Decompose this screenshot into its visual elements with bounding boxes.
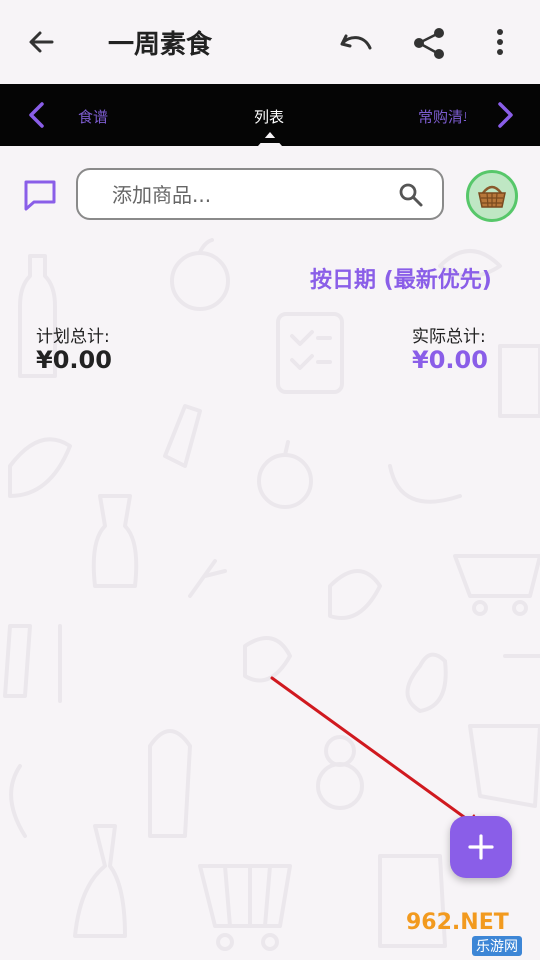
planned-total-label: 计划总计: bbox=[36, 327, 110, 347]
undo-icon[interactable] bbox=[336, 24, 376, 64]
basket-avatar[interactable] bbox=[466, 170, 518, 222]
search-bar[interactable] bbox=[76, 168, 444, 220]
search-icon[interactable] bbox=[398, 182, 424, 208]
plus-icon bbox=[468, 834, 494, 860]
sort-order-label[interactable]: 按日期 (最新优先) bbox=[310, 262, 492, 294]
message-icon[interactable] bbox=[22, 178, 58, 212]
actual-total-value: ¥0.00 bbox=[412, 346, 488, 374]
tab-recipes[interactable]: 食谱 bbox=[78, 106, 108, 127]
chevron-left-icon[interactable] bbox=[22, 100, 52, 130]
page-title: 一周素食 bbox=[108, 30, 213, 60]
watermark-bottom: 乐游网 bbox=[472, 936, 522, 956]
app-bar: 一周素食 bbox=[0, 0, 540, 84]
tab-list[interactable]: 列表 bbox=[254, 106, 284, 127]
more-vertical-icon[interactable] bbox=[482, 24, 522, 64]
watermark: 962.NET 乐游网 bbox=[400, 910, 540, 960]
tab-frequent[interactable]: 常购清单 bbox=[418, 106, 466, 127]
basket-icon bbox=[478, 185, 506, 208]
add-item-input[interactable] bbox=[112, 180, 382, 210]
chevron-right-icon[interactable] bbox=[490, 100, 520, 130]
actual-total-label: 实际总计: bbox=[412, 327, 486, 347]
add-item-fab[interactable] bbox=[450, 816, 512, 878]
back-arrow-icon[interactable] bbox=[22, 22, 62, 62]
tab-bar: 食谱 列表 常购清单 bbox=[0, 84, 540, 146]
planned-total-value: ¥0.00 bbox=[36, 346, 112, 374]
share-icon[interactable] bbox=[410, 24, 450, 64]
watermark-top: 962.NET bbox=[406, 910, 509, 935]
